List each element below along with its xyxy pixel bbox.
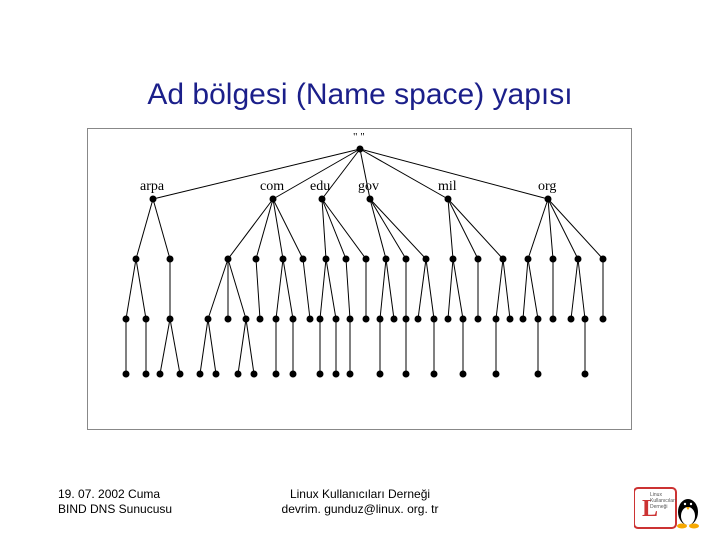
root-label: " " — [353, 131, 365, 143]
tld-edu: edu — [310, 179, 330, 195]
tld-arpa: arpa — [140, 179, 164, 195]
tld-com: com — [260, 179, 284, 195]
footer-email: devrim. gunduz@linux. org. tr — [0, 502, 720, 518]
namespace-diagram: " " arpa com edu gov mil org — [87, 128, 632, 430]
lkd-logo: L Linux Kullanıcıları Derneği — [634, 482, 704, 530]
tree-svg — [88, 129, 631, 429]
footer-center: Linux Kullanıcıları Derneği devrim. gund… — [0, 487, 720, 518]
footer-org: Linux Kullanıcıları Derneği — [0, 487, 720, 503]
penguin-icon: L Linux Kullanıcıları Derneği — [634, 482, 704, 530]
page-title: Ad bölgesi (Name space) yapısı — [0, 78, 720, 112]
tld-mil: mil — [438, 179, 457, 195]
tld-gov: gov — [358, 179, 379, 195]
tld-org: org — [538, 179, 556, 195]
svg-text:Derneği: Derneği — [650, 504, 668, 510]
slide: Ad bölgesi (Name space) yapısı " " arpa … — [0, 0, 720, 540]
